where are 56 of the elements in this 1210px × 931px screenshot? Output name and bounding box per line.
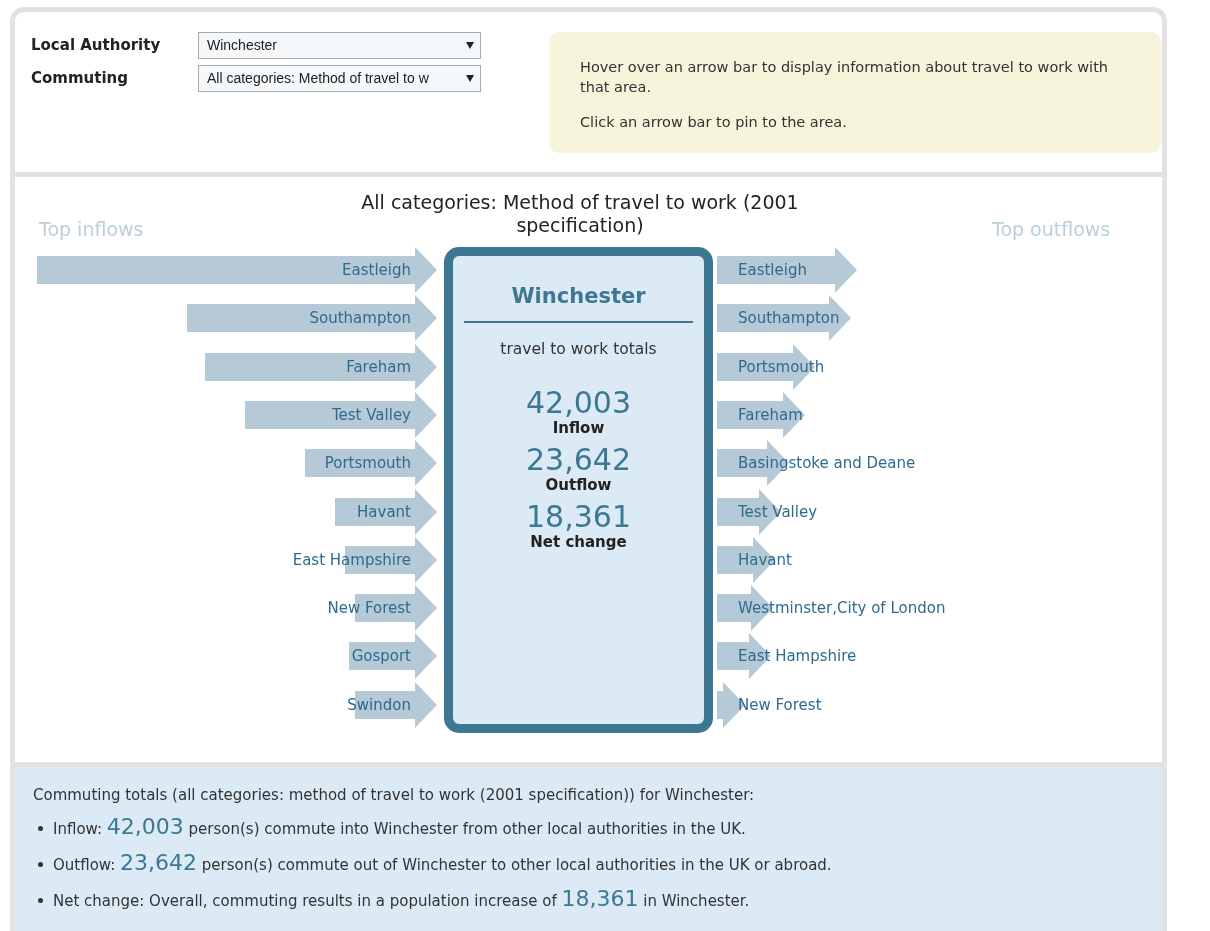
arrow-bar[interactable] bbox=[717, 247, 857, 293]
arrow-bar[interactable] bbox=[717, 295, 851, 342]
arrow-bar[interactable] bbox=[205, 343, 437, 390]
arrow-bar[interactable] bbox=[305, 440, 437, 487]
bullet-icon bbox=[38, 861, 43, 867]
arrow-bar[interactable] bbox=[187, 295, 437, 342]
area-label: Portsmouth bbox=[324, 453, 411, 474]
total-label: Net change bbox=[530, 532, 627, 551]
area-label: Portsmouth bbox=[738, 356, 825, 377]
area-name: Winchester bbox=[511, 283, 646, 310]
area-label: Eastleigh bbox=[342, 260, 411, 280]
bullet-text: Net change: Overall, commuting results in a population increase of 18,361 in Winchester. bbox=[53, 885, 750, 913]
area-label: New Forest bbox=[327, 598, 411, 619]
area-label: Fareham bbox=[346, 356, 411, 377]
panel-subtitle: travel to work totals bbox=[500, 338, 657, 360]
bullet-text: Outflow: 23,642 person(s) commute out of Winchester to other local authorities in the UK or abroad. bbox=[53, 849, 832, 877]
bullet-icon bbox=[38, 825, 43, 831]
info-text: Hover over an arrow bar to display information about travel to work with that area. bbox=[580, 58, 1109, 97]
arrow-bar[interactable] bbox=[335, 488, 437, 535]
column-heading: Top outflows bbox=[992, 217, 1111, 242]
bullet-icon bbox=[38, 897, 43, 903]
area-label: Southampton bbox=[309, 308, 411, 329]
dropdown[interactable]: Winchester bbox=[198, 32, 481, 59]
area-label: Swindon bbox=[347, 694, 411, 715]
arrow-bar[interactable] bbox=[245, 391, 437, 438]
area-label: Havant bbox=[357, 501, 411, 522]
arrow-bar[interactable] bbox=[717, 633, 771, 680]
chart-title: All categories: Method of travel to work (2001 specification) bbox=[360, 191, 800, 237]
info-text: Click an arrow bar to pin to the area. bbox=[580, 113, 848, 132]
area-label: Gosport bbox=[351, 646, 411, 667]
column-heading: Top inflows bbox=[39, 217, 144, 242]
caret-icon bbox=[466, 42, 474, 49]
field-label: Commuting bbox=[31, 68, 129, 90]
area-label: Havant bbox=[738, 549, 792, 570]
area-label: Test Valley bbox=[331, 404, 411, 425]
dropdown[interactable]: All categories: Method of travel to w bbox=[198, 65, 481, 92]
area-label: Basingstoke and Deane bbox=[738, 453, 916, 474]
summary-heading: Commuting totals (all categories: method of travel to work (2001 specification)) for Winchester: bbox=[33, 785, 756, 805]
area-label: East Hampshire bbox=[292, 549, 411, 570]
caret-icon bbox=[466, 75, 474, 82]
total-value: 42,003 bbox=[526, 386, 631, 419]
area-label: New Forest bbox=[738, 694, 822, 715]
area-label: Fareham bbox=[738, 404, 803, 425]
area-label: Southampton bbox=[738, 308, 840, 329]
area-label: East Hampshire bbox=[738, 646, 857, 667]
arrow-bar[interactable] bbox=[349, 633, 437, 680]
total-value: 23,642 bbox=[526, 443, 631, 476]
area-label: Westminster,City of London bbox=[738, 598, 946, 619]
arrow-bar[interactable] bbox=[717, 391, 805, 438]
area-label: Test Valley bbox=[738, 501, 818, 522]
total-value: 18,361 bbox=[526, 500, 631, 533]
total-label: Inflow bbox=[552, 418, 605, 437]
bullet-text: Inflow: 42,003 person(s) commute into Winchester from other local authorities in the UK. bbox=[53, 813, 746, 841]
total-label: Outflow bbox=[545, 475, 612, 494]
area-label: Eastleigh bbox=[738, 260, 807, 280]
field-label: Local Authority bbox=[31, 35, 162, 57]
